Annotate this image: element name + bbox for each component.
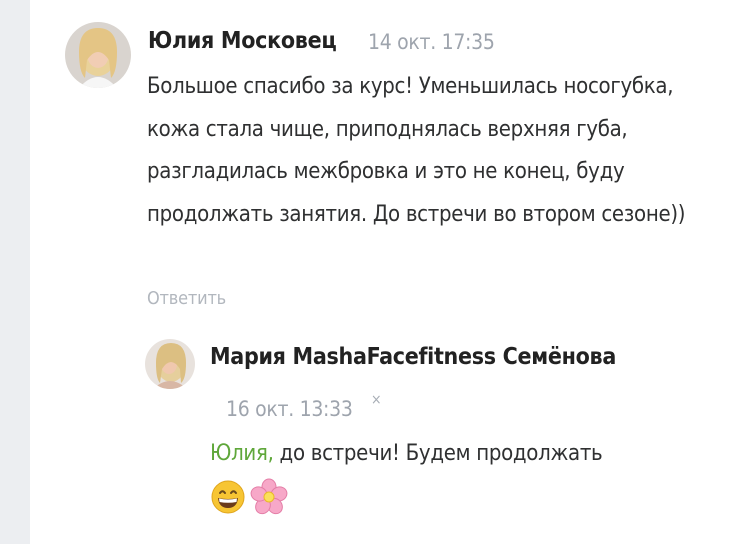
- grinning-face-icon: [210, 479, 246, 515]
- reply-date[interactable]: 16 окт. 13:33: [226, 397, 353, 421]
- reply-message: до встречи! Будем продолжать: [273, 441, 603, 466]
- reply-button[interactable]: Ответить: [147, 288, 226, 309]
- avatar[interactable]: [145, 339, 195, 389]
- comments-card: Юлия Московец 14 окт. 17:35 Большое спас…: [30, 0, 750, 544]
- mention-link[interactable]: Юлия,: [210, 441, 274, 466]
- avatar[interactable]: [65, 22, 131, 88]
- comment-text: Большое спасибо за курс! Уменьшилась нос…: [147, 74, 686, 227]
- reply-author[interactable]: Мария MashaFacefitness Семёнова: [210, 344, 616, 370]
- reply-text: Юлия, до встречи! Будем продолжать: [210, 433, 710, 475]
- delete-reply-icon[interactable]: ×: [371, 392, 382, 408]
- cherry-blossom-icon: [250, 478, 288, 516]
- comment-date[interactable]: 14 окт. 17:35: [368, 30, 495, 54]
- comment-author[interactable]: Юлия Московец: [148, 28, 337, 54]
- emoji-row: [210, 477, 288, 517]
